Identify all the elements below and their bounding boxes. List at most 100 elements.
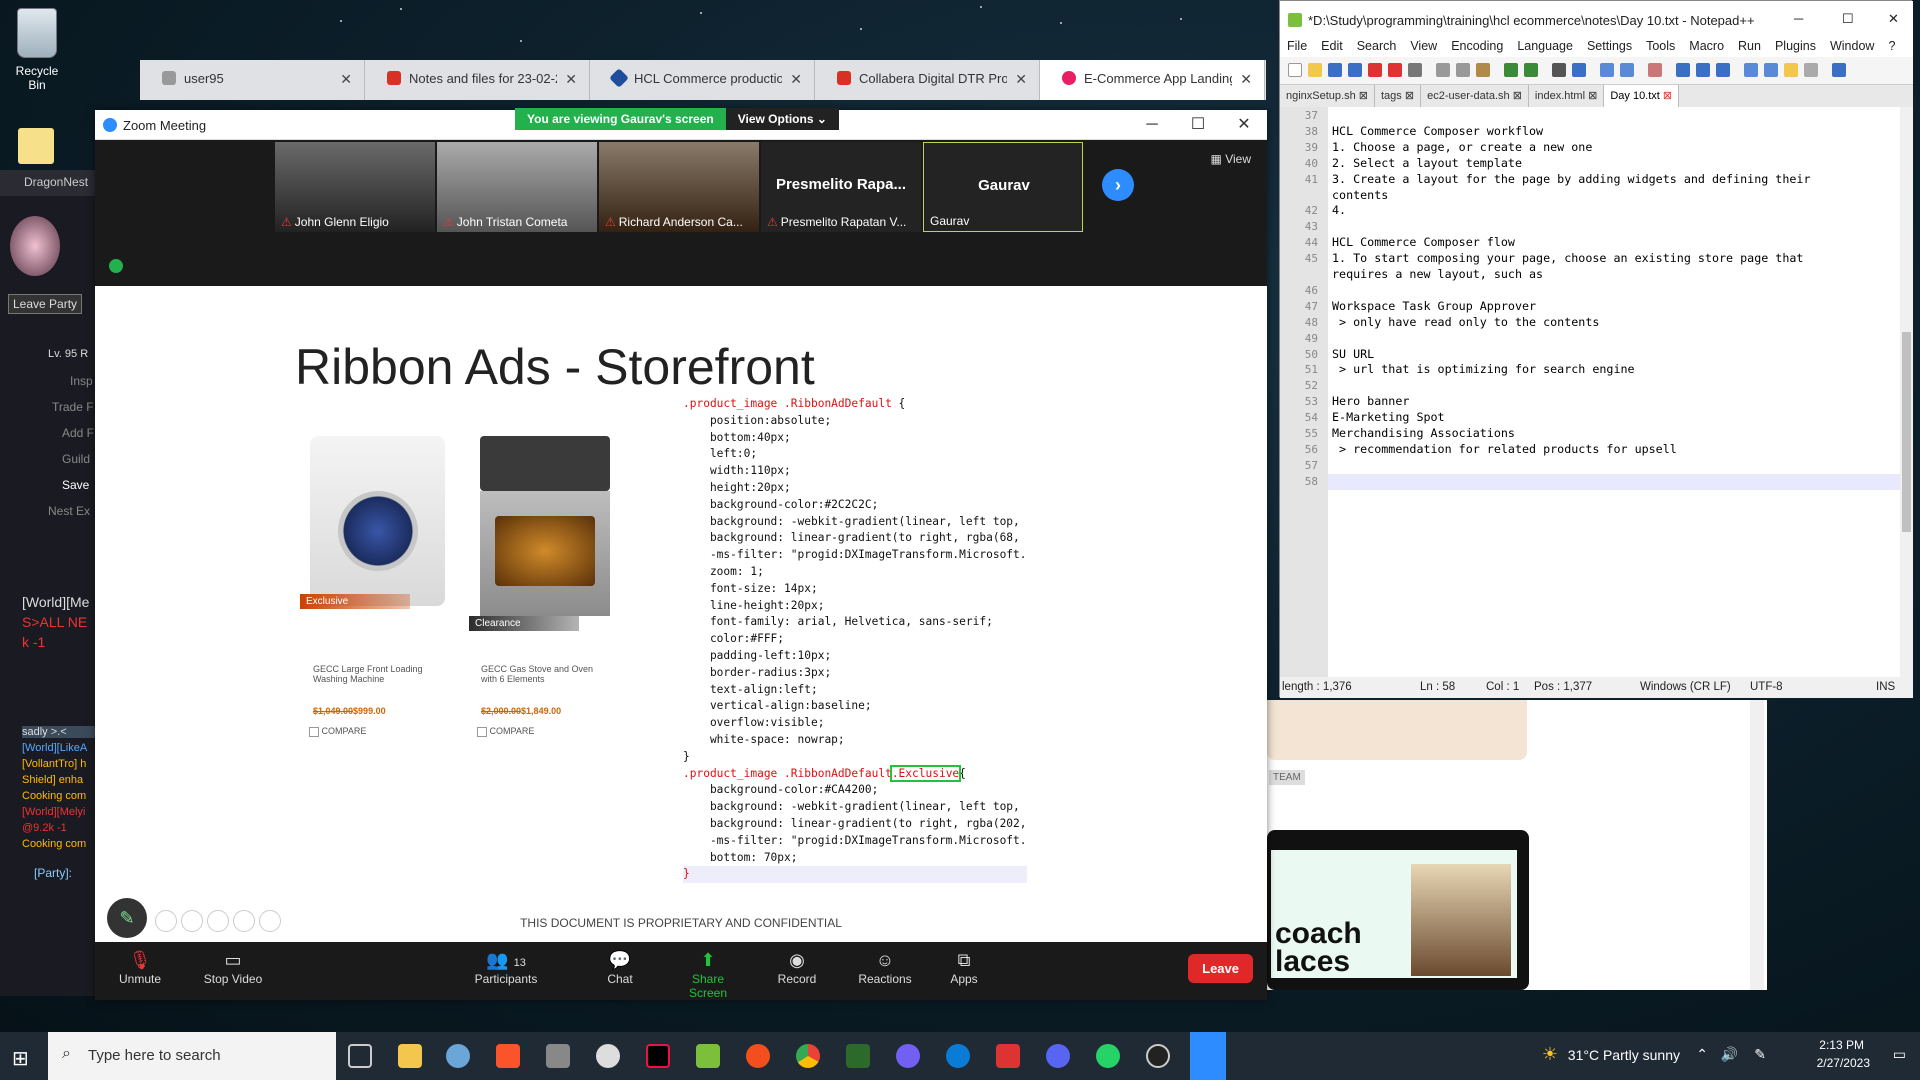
- undo-icon[interactable]: [1504, 63, 1518, 77]
- whatsapp-icon[interactable]: [1096, 1044, 1120, 1068]
- game-window[interactable]: Leave Party Lv. 95 R Insp Trade F Add F …: [0, 196, 95, 996]
- chrome-icon[interactable]: [796, 1044, 820, 1068]
- browser-tab[interactable]: Collabera Digital DTR Process ✕: [815, 60, 1040, 100]
- party-chat-input[interactable]: [Party]:: [34, 866, 95, 880]
- obs-icon[interactable]: [1146, 1044, 1170, 1068]
- game-menu-3[interactable]: Add F: [62, 426, 95, 440]
- editor-line[interactable]: HCL Commerce Composer workflow: [1332, 124, 1543, 138]
- doc-map-icon[interactable]: [1744, 63, 1758, 77]
- page-scrollbar[interactable]: [1750, 700, 1764, 990]
- share-screen-button[interactable]: ⬆ Share Screen: [673, 950, 743, 1000]
- toolbar-ghost-icon[interactable]: [155, 910, 177, 932]
- unmute-button[interactable]: 🎙 Unmute: [105, 950, 175, 986]
- zoom-out-icon[interactable]: [1620, 63, 1634, 77]
- app-icon[interactable]: [446, 1044, 470, 1068]
- menu-search[interactable]: Search: [1350, 39, 1404, 57]
- product-name[interactable]: GECC Large Front Loading Washing Machine: [313, 664, 433, 684]
- menu-run[interactable]: Run: [1731, 39, 1768, 57]
- checkbox-icon[interactable]: [309, 726, 319, 737]
- save-all-icon[interactable]: [1348, 63, 1362, 77]
- browser-tab[interactable]: user95 ✕: [140, 60, 365, 100]
- editor-line[interactable]: > url that is optimizing for search engi…: [1332, 362, 1635, 376]
- compare-checkbox[interactable]: COMPARE: [477, 726, 534, 737]
- notepad-plus-plus-icon[interactable]: [696, 1044, 720, 1068]
- menu-edit[interactable]: Edit: [1314, 39, 1350, 57]
- apps-button[interactable]: ⧉ Apps: [929, 950, 999, 986]
- toolbar-ghost-icon[interactable]: [207, 910, 229, 932]
- participants-button[interactable]: 👥 13 Participants: [471, 950, 541, 986]
- figma-icon[interactable]: [746, 1044, 770, 1068]
- close-tab-icon[interactable]: ⊠: [1663, 90, 1672, 102]
- editor-line[interactable]: 3. Create a layout for the page by addin…: [1332, 172, 1810, 186]
- leave-party-button[interactable]: Leave Party: [8, 294, 82, 314]
- zoom-taskbar-icon[interactable]: [1190, 1032, 1226, 1080]
- cut-icon[interactable]: [1436, 63, 1450, 77]
- folder-as-workspace-icon[interactable]: [1784, 63, 1798, 77]
- scrollbar-thumb[interactable]: [1902, 332, 1911, 532]
- participant-tile[interactable]: ⚠ John Glenn Eligio: [275, 142, 435, 232]
- edge-icon[interactable]: [946, 1044, 970, 1068]
- indent-guide-icon[interactable]: [1716, 63, 1730, 77]
- open-file-icon[interactable]: [1308, 63, 1322, 77]
- file-tab[interactable]: index.html ⊠: [1529, 85, 1605, 107]
- print-icon[interactable]: [1408, 63, 1422, 77]
- browser-tab[interactable]: Notes and files for 23-02-2023 ✕: [365, 60, 590, 100]
- editor-line[interactable]: 1. To start composing your page, choose …: [1332, 251, 1803, 265]
- replace-icon[interactable]: [1572, 63, 1586, 77]
- taskbar-search-input[interactable]: ⌕ Type here to search: [48, 1032, 336, 1080]
- editor-line[interactable]: 1. Choose a page, or create a new one: [1332, 140, 1592, 154]
- toolbar-ghost-icon[interactable]: [181, 910, 203, 932]
- participant-tile[interactable]: Presmelito Rapa... ⚠ Presmelito Rapatan V.…: [761, 142, 921, 232]
- weather-icon[interactable]: ☀: [1542, 1044, 1558, 1065]
- leave-meeting-button[interactable]: Leave: [1188, 954, 1253, 983]
- app-icon[interactable]: [596, 1044, 620, 1068]
- show-all-chars-icon[interactable]: [1696, 63, 1710, 77]
- browser-tab[interactable]: HCL Commerce production en ✕: [590, 60, 815, 100]
- chevron-up-icon[interactable]: ⌃: [1696, 1046, 1708, 1063]
- windows-start-icon[interactable]: ⊞: [12, 1046, 29, 1071]
- find-icon[interactable]: [1552, 63, 1566, 77]
- weather-label[interactable]: 31°C Partly sunny: [1568, 1047, 1680, 1063]
- file-explorer-icon[interactable]: [398, 1044, 422, 1068]
- maximize-button[interactable]: ☐: [1842, 11, 1854, 27]
- stop-video-button[interactable]: ▭ Stop Video: [198, 950, 268, 986]
- view-button[interactable]: ▦ View: [1211, 152, 1251, 166]
- file-tab[interactable]: ec2-user-data.sh ⊠: [1421, 85, 1529, 107]
- participant-tile-speaking[interactable]: Gaurav Gaurav: [923, 142, 1083, 232]
- toolbar-ghost-icon[interactable]: [259, 910, 281, 932]
- brave-icon[interactable]: [496, 1044, 520, 1068]
- notification-icon[interactable]: ▭: [1893, 1046, 1906, 1063]
- word-wrap-icon[interactable]: [1676, 63, 1690, 77]
- game-menu-4[interactable]: Guild: [62, 452, 95, 466]
- save-icon[interactable]: [1328, 63, 1342, 77]
- menu-encoding[interactable]: Encoding: [1444, 39, 1510, 57]
- maximize-button[interactable]: ☐: [1175, 110, 1221, 140]
- app-icon[interactable]: [996, 1044, 1020, 1068]
- close-file-icon[interactable]: [1368, 63, 1382, 77]
- game-menu-5[interactable]: Save: [62, 478, 95, 492]
- editor-scrollbar[interactable]: [1900, 107, 1913, 677]
- close-tab-icon[interactable]: ✕: [340, 71, 352, 88]
- intellij-icon[interactable]: [646, 1044, 670, 1068]
- macro-record-icon[interactable]: [1832, 63, 1846, 77]
- editor-line[interactable]: > only have read only to the contents: [1332, 315, 1599, 329]
- checkbox-icon[interactable]: [477, 726, 487, 737]
- participant-tile[interactable]: ⚠ Richard Anderson Ca...: [599, 142, 759, 232]
- close-button[interactable]: ✕: [1221, 110, 1267, 140]
- close-tab-icon[interactable]: ⊠: [1588, 90, 1597, 102]
- close-all-icon[interactable]: [1388, 63, 1402, 77]
- close-tab-icon[interactable]: ⊠: [1359, 90, 1368, 102]
- editor-line[interactable]: SU URL: [1332, 347, 1374, 361]
- recycle-bin-icon[interactable]: Recycle Bin: [6, 8, 68, 92]
- chat-button[interactable]: 💬 Chat: [585, 950, 655, 986]
- editor-line[interactable]: Workspace Task Group Approver: [1332, 299, 1536, 313]
- menu-language[interactable]: Language: [1510, 39, 1580, 57]
- zoom-in-icon[interactable]: [1600, 63, 1614, 77]
- close-tab-icon[interactable]: ✕: [565, 71, 577, 88]
- desktop-folder-icon[interactable]: [18, 128, 54, 164]
- monitoring-icon[interactable]: [1804, 63, 1818, 77]
- pen-icon[interactable]: ✎: [1754, 1046, 1766, 1063]
- view-options-button[interactable]: View Options ⌄: [725, 108, 839, 130]
- editor-line[interactable]: 4.: [1332, 203, 1346, 217]
- game-menu-2[interactable]: Trade F: [52, 400, 95, 414]
